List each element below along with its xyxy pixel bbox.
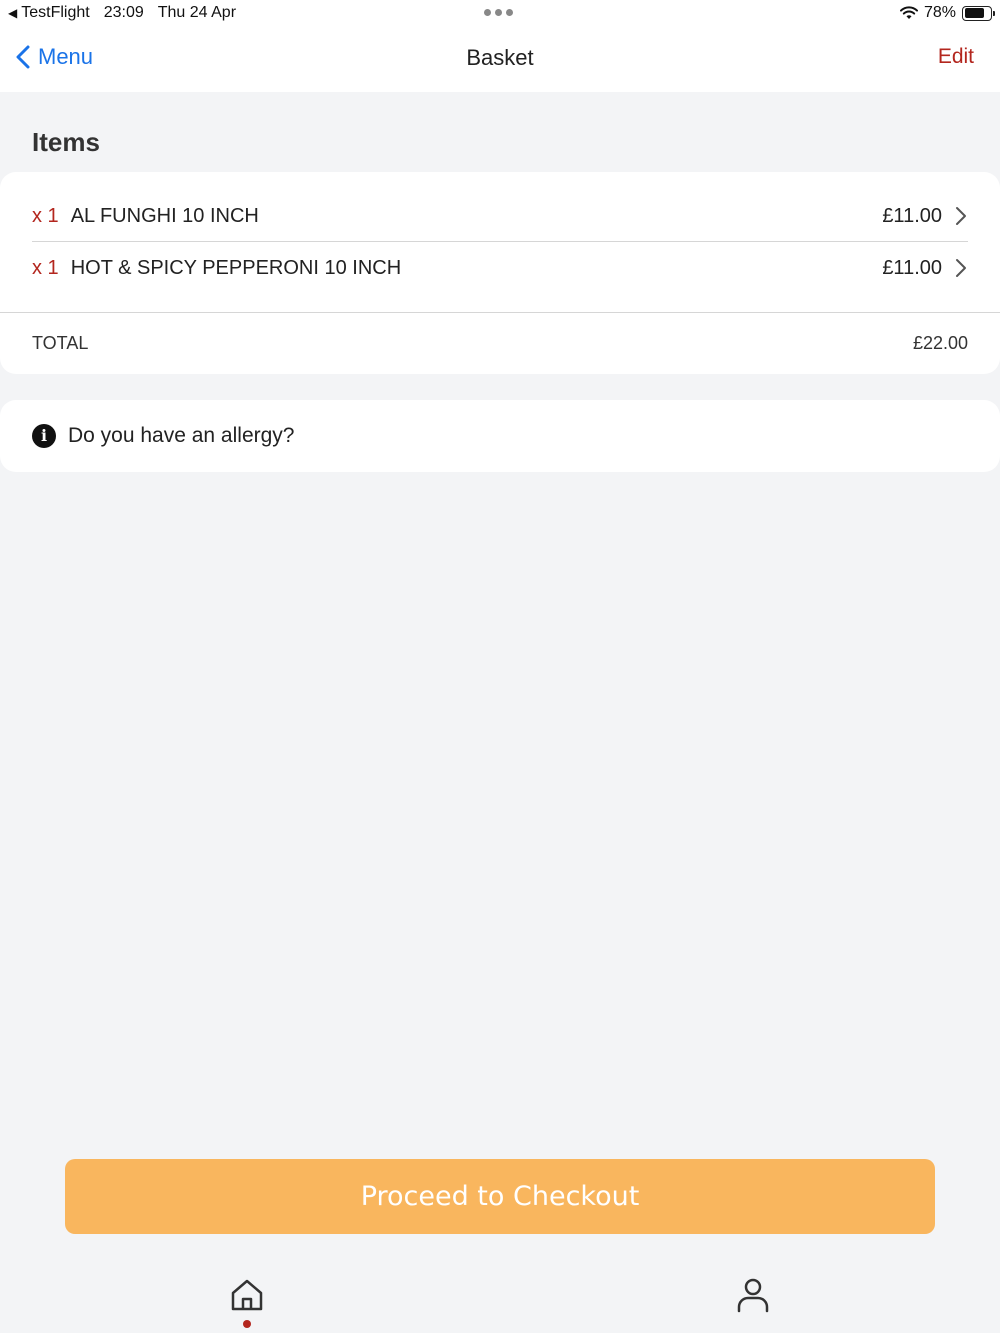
status-left: ◀ TestFlight 23:09 Thu 24 Apr [8,4,236,22]
item-price: £11.00 [882,256,942,279]
chevron-right-icon [956,207,966,225]
total-row: TOTAL £22.00 [32,325,968,361]
item-price: £11.00 [882,204,942,227]
item-quantity: x 1 [32,256,59,279]
status-right: 78% [899,4,995,22]
allergy-label: Do you have an allergy? [68,424,295,447]
items-section-title: Items [32,127,100,157]
multitasking-dots-icon[interactable] [484,9,513,16]
battery-icon [962,5,995,21]
home-icon[interactable] [228,1276,266,1314]
item-quantity: x 1 [32,204,59,227]
total-divider [0,312,1000,313]
basket-item[interactable]: x 1 HOT & SPICY PEPPERONI 10 INCH £11.00 [32,242,968,294]
tab-bar [0,1262,1000,1333]
active-tab-indicator [243,1320,251,1328]
total-value: £22.00 [912,332,968,353]
profile-icon[interactable] [734,1276,772,1314]
wifi-icon [899,6,918,19]
item-name: AL FUNGHI 10 INCH [70,204,259,227]
allergy-button[interactable]: i Do you have an allergy? [0,400,1000,472]
basket-item[interactable]: x 1 AL FUNGHI 10 INCH £11.00 [32,190,968,242]
info-icon: i [32,424,56,448]
status-date: Thu 24 Apr [157,4,237,21]
item-name: HOT & SPICY PEPPERONI 10 INCH [70,256,402,279]
status-bar: ◀ TestFlight 23:09 Thu 24 Apr 78% [0,0,1000,26]
battery-level [964,8,984,18]
status-app-name[interactable]: TestFlight [21,4,89,22]
page-title: Basket [466,45,534,70]
back-to-app-icon[interactable]: ◀ [8,6,17,20]
status-time: 23:09 [103,4,144,21]
chevron-right-icon [956,259,966,277]
proceed-to-checkout-button[interactable]: Proceed to Checkout [65,1159,935,1234]
edit-button[interactable]: Edit [938,45,974,69]
total-label: TOTAL [32,332,89,353]
navigation-bar: Menu Basket Edit [0,26,1000,92]
battery-percentage: 78% [923,4,956,21]
